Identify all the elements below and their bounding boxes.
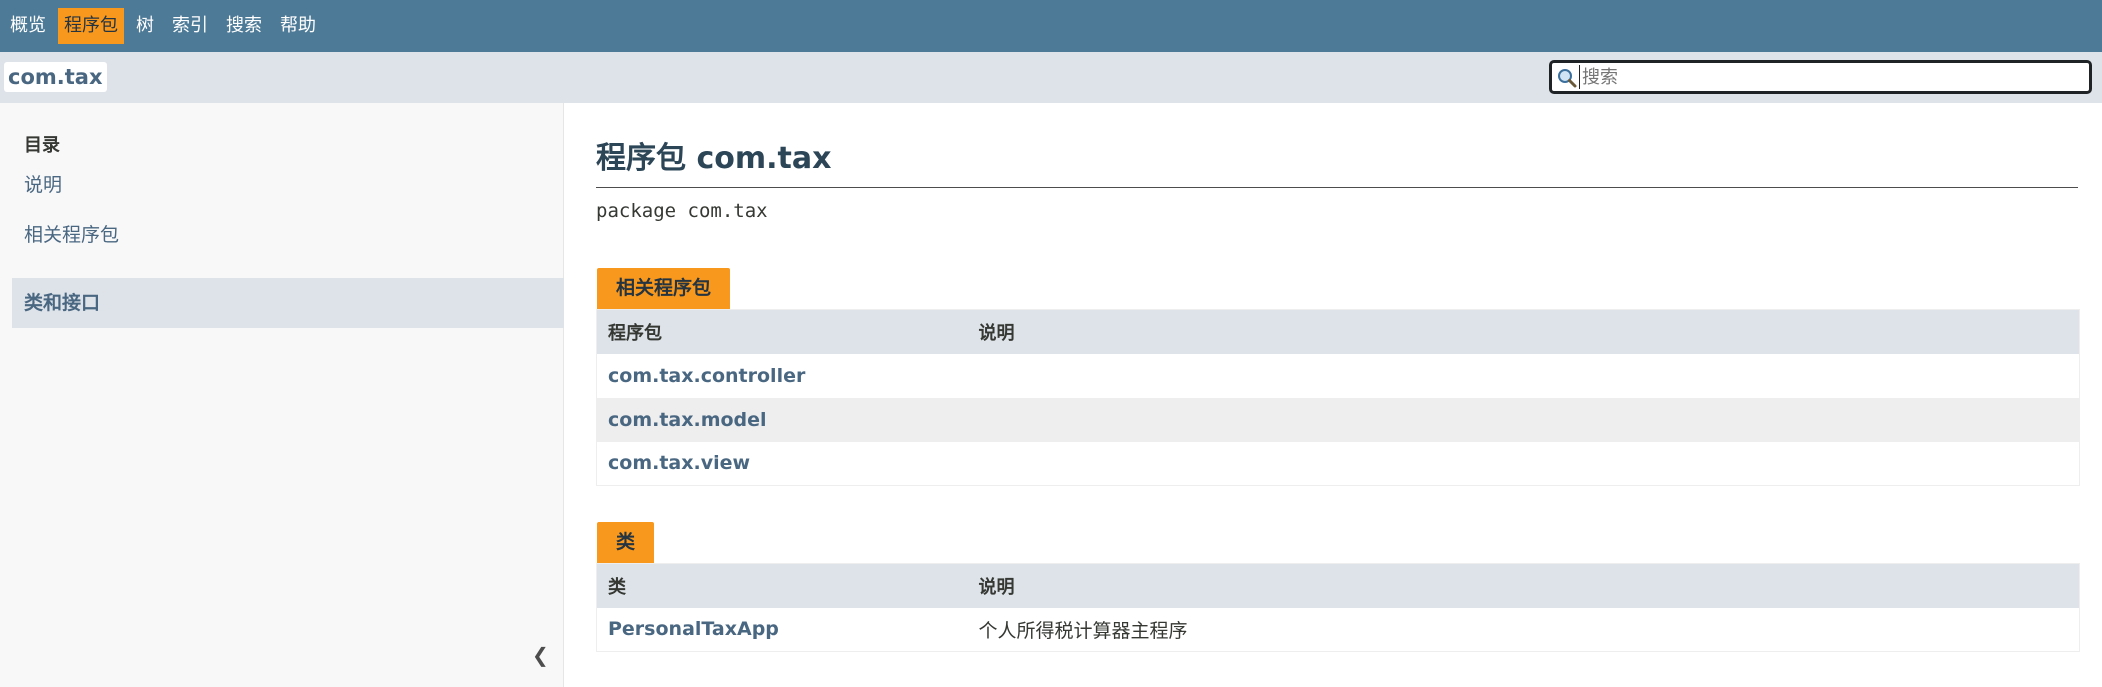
nav-help-link[interactable]: 帮助: [274, 8, 322, 44]
related-packages-table: 程序包 说明 com.tax.controller com.tax.model …: [596, 309, 2080, 486]
toc-item-description[interactable]: 说明: [12, 160, 564, 210]
package-description: [967, 353, 2080, 398]
toc-item-related-packages[interactable]: 相关程序包: [12, 210, 564, 260]
package-signature: package com.tax: [596, 200, 768, 222]
collapse-sidebar-icon[interactable]: ❮: [532, 643, 549, 667]
title-divider: [596, 187, 2078, 188]
search-icon: [1558, 69, 1577, 88]
class-description: 个人所得税计算器主程序: [967, 607, 2080, 652]
sub-navigation-bar: com.tax: [0, 52, 2102, 103]
class-link-personal-tax-app[interactable]: PersonalTaxApp: [596, 607, 968, 652]
table-row: com.tax.model: [596, 397, 2080, 442]
column-header-package: 程序包: [596, 309, 968, 354]
classes-table: 类 说明 PersonalTaxApp 个人所得税计算器主程序: [596, 563, 2080, 652]
table-row: PersonalTaxApp 个人所得税计算器主程序: [596, 607, 2080, 652]
top-navigation-bar: 概览 程序包 树 索引 搜索 帮助: [0, 0, 2102, 52]
nav-package-link[interactable]: 程序包: [58, 8, 124, 44]
nav-index-link[interactable]: 索引: [166, 8, 214, 44]
column-header-description: 说明: [967, 309, 2080, 354]
classes-caption: 类: [597, 522, 655, 563]
sidebar: 目录 说明 相关程序包 类和接口 ❮: [0, 103, 564, 687]
table-row: com.tax.view: [596, 441, 2080, 486]
search-box[interactable]: [1549, 60, 2092, 94]
column-header-description: 说明: [967, 563, 2080, 608]
nav-search-link[interactable]: 搜索: [220, 8, 268, 44]
search-input[interactable]: [1579, 65, 2079, 89]
package-description: [967, 441, 2080, 486]
related-packages-caption: 相关程序包: [597, 268, 731, 309]
toc-title: 目录: [24, 135, 60, 156]
package-link-model[interactable]: com.tax.model: [596, 397, 968, 442]
package-link-controller[interactable]: com.tax.controller: [596, 353, 968, 398]
table-row: com.tax.controller: [596, 353, 2080, 398]
page-title: 程序包 com.tax: [596, 141, 832, 176]
table-header-row: 类 说明: [596, 563, 2080, 608]
package-link-view[interactable]: com.tax.view: [596, 441, 968, 486]
table-header-row: 程序包 说明: [596, 309, 2080, 354]
package-description: [967, 397, 2080, 442]
nav-overview-link[interactable]: 概览: [4, 8, 52, 44]
column-header-class: 类: [596, 563, 968, 608]
toc-item-classes-interfaces[interactable]: 类和接口: [12, 278, 564, 328]
current-package-label[interactable]: com.tax: [4, 62, 107, 92]
nav-tree-link[interactable]: 树: [130, 8, 160, 44]
